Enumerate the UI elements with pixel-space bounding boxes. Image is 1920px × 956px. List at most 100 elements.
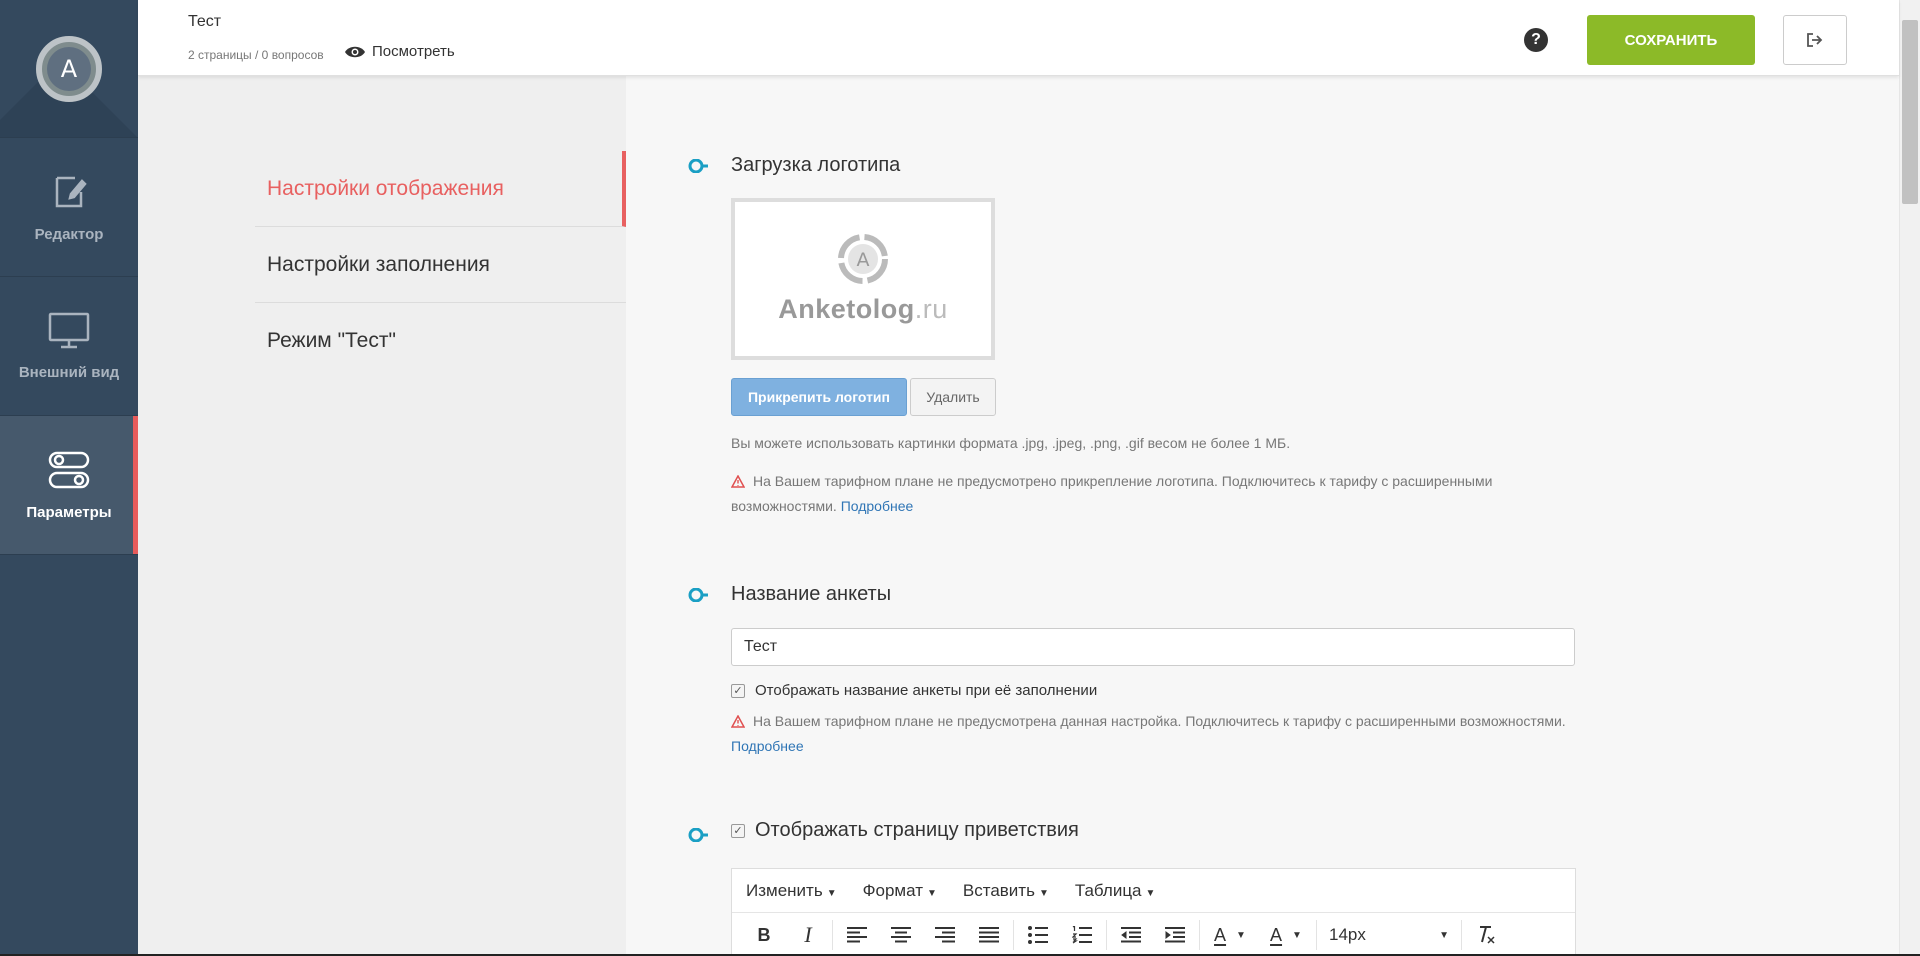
logo-letter: A (47, 46, 91, 91)
align-center-icon (891, 927, 911, 943)
app-logo[interactable]: A (0, 0, 138, 138)
align-justify-button[interactable] (967, 917, 1011, 953)
section-bullet-icon (688, 828, 708, 842)
chevron-down-icon: ▼ (1292, 929, 1302, 941)
align-right-button[interactable] (923, 917, 967, 953)
sidebar-item-appearance[interactable]: Внешний вид (0, 277, 138, 416)
delete-logo-button[interactable]: Удалить (910, 378, 996, 416)
logo-brand-name: Anketolog (778, 293, 915, 324)
chevron-down-icon: ▼ (926, 887, 937, 899)
toolbar-divider (1013, 920, 1014, 950)
font-size-select[interactable]: 14px ▼ (1319, 925, 1459, 945)
show-name-label: Отображать название анкеты при её заполн… (755, 682, 1098, 699)
toggles-icon (48, 451, 90, 488)
bold-button[interactable]: B (742, 917, 786, 953)
align-right-icon (935, 927, 955, 943)
survey-name-input[interactable] (731, 628, 1575, 666)
numbered-list-button[interactable] (1060, 917, 1104, 953)
toolbar-divider (1461, 920, 1462, 950)
align-justify-icon (979, 927, 999, 943)
top-bar: Тест 2 страницы / 0 вопросов Посмотреть … (138, 0, 1899, 76)
font-size-value: 14px (1329, 925, 1366, 944)
editor-menubar: Изменить ▼ Формат ▼ Вставить ▼ Таблица ▼ (732, 869, 1575, 913)
toolbar-divider (1316, 920, 1317, 950)
toolbar-divider (1106, 920, 1107, 950)
page-scrollbar[interactable] (1899, 0, 1920, 956)
anketolog-logo-icon: A (838, 233, 888, 284)
page-title: Тест (188, 13, 222, 30)
numbered-list-icon (1072, 926, 1092, 944)
main-content: Загрузка логотипа A Anketolog.ru Прикреп… (626, 76, 1899, 956)
align-left-button[interactable] (835, 917, 879, 953)
menu-format[interactable]: Формат ▼ (863, 881, 937, 901)
preview-link[interactable]: Посмотреть (344, 43, 455, 60)
menu-table-label: Таблица (1074, 880, 1142, 900)
section-title-survey-name: Название анкеты (731, 583, 892, 605)
sidebar-item-parameters[interactable]: Параметры (0, 416, 138, 555)
more-link[interactable]: Подробнее (731, 738, 804, 754)
chevron-down-icon: ▼ (1038, 887, 1049, 899)
chevron-down-icon: ▼ (826, 887, 837, 899)
name-tariff-warning: На Вашем тарифном плане не предусмотрена… (731, 709, 1591, 759)
attach-logo-button[interactable]: Прикрепить логотип (731, 378, 907, 416)
sidebar-item-label: Параметры (26, 503, 112, 521)
background-color-button[interactable]: A ▼ (1258, 917, 1314, 953)
show-name-checkbox[interactable]: ✓ (731, 683, 745, 698)
menu-format-label: Формат (862, 880, 923, 900)
background-color-label: A (1270, 924, 1283, 945)
nav-item-display-settings[interactable]: Настройки отображения (255, 151, 626, 227)
nav-item-test-mode[interactable]: Режим "Тест" (255, 303, 626, 379)
toolbar-divider (1199, 920, 1200, 950)
sign-out-icon (1807, 33, 1823, 47)
bullet-list-icon (1028, 926, 1048, 944)
sidebar-item-label: Редактор (34, 225, 104, 243)
warning-icon (731, 715, 745, 728)
outdent-icon (1121, 927, 1141, 943)
menu-table[interactable]: Таблица ▼ (1075, 881, 1156, 901)
menu-insert-label: Вставить (962, 880, 1035, 900)
eye-icon (345, 46, 365, 57)
sidebar-item-editor[interactable]: Редактор (0, 138, 138, 277)
warning-icon (731, 475, 745, 488)
settings-nav: Настройки отображения Настройки заполнен… (138, 76, 626, 956)
chevron-down-icon: ▼ (1145, 887, 1156, 899)
logo-circle: A (36, 35, 102, 102)
menu-edit[interactable]: Изменить ▼ (746, 881, 837, 901)
left-sidebar: A Редактор Внешний вид Параметры (0, 0, 138, 956)
bullet-list-button[interactable] (1016, 917, 1060, 953)
section-bullet-icon (688, 159, 708, 173)
clear-formatting-button[interactable] (1464, 917, 1508, 953)
warning-text: На Вашем тарифном плане не предусмотрена… (753, 713, 1566, 729)
preview-label: Посмотреть (372, 43, 455, 60)
logo-mark-letter: A (857, 249, 870, 271)
outdent-button[interactable] (1109, 917, 1153, 953)
indent-button[interactable] (1153, 917, 1197, 953)
logo-format-hint: Вы можете использовать картинки формата … (731, 435, 1291, 451)
help-icon[interactable]: ? (1524, 28, 1548, 52)
clear-formatting-icon (1480, 926, 1495, 944)
text-color-button[interactable]: A ▼ (1202, 917, 1258, 953)
edit-icon (55, 176, 87, 207)
scrollbar-thumb[interactable] (1902, 20, 1918, 204)
editor-toolbar: B I A ▼ A ▼ 14px ▼ (732, 913, 1575, 956)
logo-brand-tld: .ru (914, 293, 948, 324)
indent-icon (1165, 927, 1185, 943)
welcome-page-label: Отображать страницу приветствия (755, 819, 1079, 841)
show-name-option: ✓ Отображать название анкеты при её запо… (731, 682, 1097, 699)
nav-item-fill-settings[interactable]: Настройки заполнения (255, 227, 626, 303)
italic-button[interactable]: I (786, 917, 830, 953)
toolbar-divider (832, 920, 833, 950)
monitor-icon (48, 312, 90, 348)
chevron-down-icon: ▼ (1236, 929, 1246, 941)
exit-button[interactable] (1783, 15, 1847, 65)
welcome-page-checkbox[interactable]: ✓ (731, 823, 745, 838)
more-link[interactable]: Подробнее (841, 498, 914, 514)
section-title-logo: Загрузка логотипа (731, 154, 901, 176)
save-button[interactable]: СОХРАНИТЬ (1587, 15, 1755, 65)
sidebar-item-label: Внешний вид (18, 363, 120, 381)
logo-preview: A Anketolog.ru (731, 198, 995, 360)
menu-insert[interactable]: Вставить ▼ (963, 881, 1049, 901)
logo-brand-text: Anketolog.ru (778, 294, 948, 325)
rich-text-editor: Изменить ▼ Формат ▼ Вставить ▼ Таблица ▼ B I (731, 868, 1576, 956)
align-center-button[interactable] (879, 917, 923, 953)
